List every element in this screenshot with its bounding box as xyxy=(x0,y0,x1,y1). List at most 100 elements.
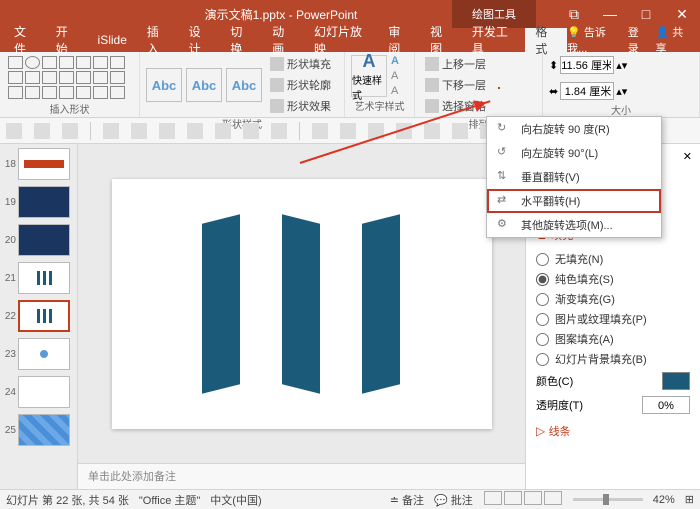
qat-button[interactable] xyxy=(62,123,78,139)
qat-button[interactable] xyxy=(452,123,468,139)
back-icon xyxy=(425,78,439,92)
rotate-right-icon: ↻ xyxy=(497,121,513,137)
tab-review[interactable]: 审阅 xyxy=(378,28,420,52)
thumb-21[interactable] xyxy=(18,262,70,294)
effects-icon xyxy=(270,99,284,113)
qat-button[interactable] xyxy=(312,123,328,139)
qat-button[interactable] xyxy=(131,123,147,139)
qat-button[interactable] xyxy=(243,123,259,139)
slide-stage: 单击此处添加备注 xyxy=(78,144,525,489)
group-insert-shapes: 插入形状 xyxy=(6,101,133,118)
shape-3[interactable] xyxy=(362,214,400,393)
color-label: 颜色(C) xyxy=(536,373,573,389)
fill-icon xyxy=(270,57,284,71)
style-preset[interactable]: Abc xyxy=(146,68,182,102)
shape-2[interactable] xyxy=(282,214,320,393)
flip-horizontal-item[interactable]: ⇄水平翻转(H) xyxy=(487,189,661,213)
notes-toggle[interactable]: ≐ 备注 xyxy=(390,492,424,508)
language-label[interactable]: 中文(中国) xyxy=(210,492,261,508)
rotate-dropdown-menu: ↻向右旋转 90 度(R) ↺向左旋转 90°(L) ⇅垂直翻转(V) ⇄水平翻… xyxy=(486,116,662,238)
style-preset[interactable]: Abc xyxy=(226,68,262,102)
tab-transitions[interactable]: 切换 xyxy=(220,28,262,52)
qat-button[interactable] xyxy=(271,123,287,139)
qat-button[interactable] xyxy=(187,123,203,139)
document-title: 演示文稿1.pptx - PowerPoint xyxy=(110,6,452,23)
tab-slideshow[interactable]: 幻灯片放映 xyxy=(304,28,378,52)
tab-format[interactable]: 格式 xyxy=(525,28,567,52)
pattern-fill-radio[interactable]: 图案填充(A) xyxy=(536,329,690,349)
notes-pane[interactable]: 单击此处添加备注 xyxy=(78,463,525,489)
status-bar: 幻灯片 第 22 张, 共 54 张 "Office 主题" 中文(中国) ≐ … xyxy=(0,489,700,509)
bring-forward-button[interactable]: 上移一层 xyxy=(421,54,490,74)
more-rotation-item[interactable]: ⚙其他旋转选项(M)... xyxy=(487,213,661,237)
qat-button[interactable] xyxy=(340,123,356,139)
tab-home[interactable]: 开始 xyxy=(46,28,88,52)
qat-button[interactable] xyxy=(159,123,175,139)
tab-view[interactable]: 视图 xyxy=(420,28,462,52)
height-icon: ⬍ xyxy=(549,59,558,72)
qat-button[interactable] xyxy=(103,123,119,139)
tab-developer[interactable]: 开发工具 xyxy=(462,28,526,52)
slide-counter: 幻灯片 第 22 张, 共 54 张 xyxy=(6,492,129,508)
tab-file[interactable]: 文件 xyxy=(4,28,46,52)
style-preset[interactable]: Abc xyxy=(186,68,222,102)
tab-animations[interactable]: 动画 xyxy=(262,28,304,52)
gradient-fill-radio[interactable]: 渐变填充(G) xyxy=(536,289,690,309)
tab-insert[interactable]: 插入 xyxy=(137,28,179,52)
flip-h-icon: ⇄ xyxy=(497,193,513,209)
slide-canvas[interactable] xyxy=(112,179,492,429)
thumb-20[interactable] xyxy=(18,224,70,256)
theme-label: "Office 主题" xyxy=(139,492,200,508)
no-fill-radio[interactable]: 无填充(N) xyxy=(536,249,690,269)
flip-vertical-item[interactable]: ⇅垂直翻转(V) xyxy=(487,165,661,189)
thumb-19[interactable] xyxy=(18,186,70,218)
thumb-25[interactable] xyxy=(18,414,70,446)
color-picker[interactable] xyxy=(662,372,690,390)
qat-button[interactable] xyxy=(424,123,440,139)
tab-design[interactable]: 设计 xyxy=(179,28,221,52)
comments-toggle[interactable]: 💬 批注 xyxy=(434,492,473,508)
rotate-left-90-item[interactable]: ↺向左旋转 90°(L) xyxy=(487,141,661,165)
front-icon xyxy=(425,57,439,71)
tab-islide[interactable]: iSlide xyxy=(88,28,137,52)
thumb-24[interactable] xyxy=(18,376,70,408)
group-wordart: 艺术字样式 xyxy=(351,98,408,115)
shape-effects-button[interactable]: 形状效果 xyxy=(266,96,335,116)
zoom-value[interactable]: 42% xyxy=(653,494,675,506)
line-section-header[interactable]: ▷ 线条 xyxy=(536,423,690,439)
qat-button[interactable] xyxy=(215,123,231,139)
qat-button[interactable] xyxy=(6,123,22,139)
flip-v-icon: ⇅ xyxy=(497,169,513,185)
rotate-right-90-item[interactable]: ↻向右旋转 90 度(R) xyxy=(487,117,661,141)
thumb-23[interactable] xyxy=(18,338,70,370)
rotate-icon[interactable] xyxy=(498,87,500,89)
qat-button[interactable] xyxy=(34,123,50,139)
pane-close-button[interactable]: ✕ xyxy=(683,150,692,163)
shape-outline-button[interactable]: 形状轮廓 xyxy=(266,75,335,95)
ribbon-tabs: 文件 开始 iSlide 插入 设计 切换 动画 幻灯片放映 审阅 视图 开发工… xyxy=(0,28,700,52)
width-icon: ⬌ xyxy=(549,85,558,98)
selpane-icon xyxy=(425,99,439,113)
slide-thumbnails-panel[interactable]: 18 19 20 21 22 23 24 25 xyxy=(0,144,78,489)
thumb-18[interactable] xyxy=(18,148,70,180)
view-buttons[interactable] xyxy=(483,491,563,508)
background-fill-radio[interactable]: 幻灯片背景填充(B) xyxy=(536,349,690,369)
zoom-slider[interactable] xyxy=(573,498,643,501)
ribbon: 插入形状 Abc Abc Abc 形状填充 形状轮廓 形状效果 形状样式 A快速… xyxy=(0,52,700,118)
transparency-label: 透明度(T) xyxy=(536,397,583,413)
thumb-22[interactable] xyxy=(18,300,70,332)
shape-gallery[interactable] xyxy=(6,54,133,101)
shape-fill-button[interactable]: 形状填充 xyxy=(266,54,335,74)
rotate-left-icon: ↺ xyxy=(497,145,513,161)
shape-1[interactable] xyxy=(202,214,240,393)
picture-fill-radio[interactable]: 图片或纹理填充(P) xyxy=(536,309,690,329)
send-backward-button[interactable]: 下移一层 xyxy=(421,75,490,95)
quick-style-button[interactable]: A快速样式 xyxy=(351,55,387,97)
outline-icon xyxy=(270,78,284,92)
fit-to-window-button[interactable]: ⊞ xyxy=(685,493,694,506)
solid-fill-radio[interactable]: 纯色填充(S) xyxy=(536,269,690,289)
transparency-input[interactable]: 0% xyxy=(642,396,690,414)
height-input[interactable] xyxy=(560,56,614,74)
width-input[interactable] xyxy=(560,82,614,100)
more-icon: ⚙ xyxy=(497,217,513,233)
